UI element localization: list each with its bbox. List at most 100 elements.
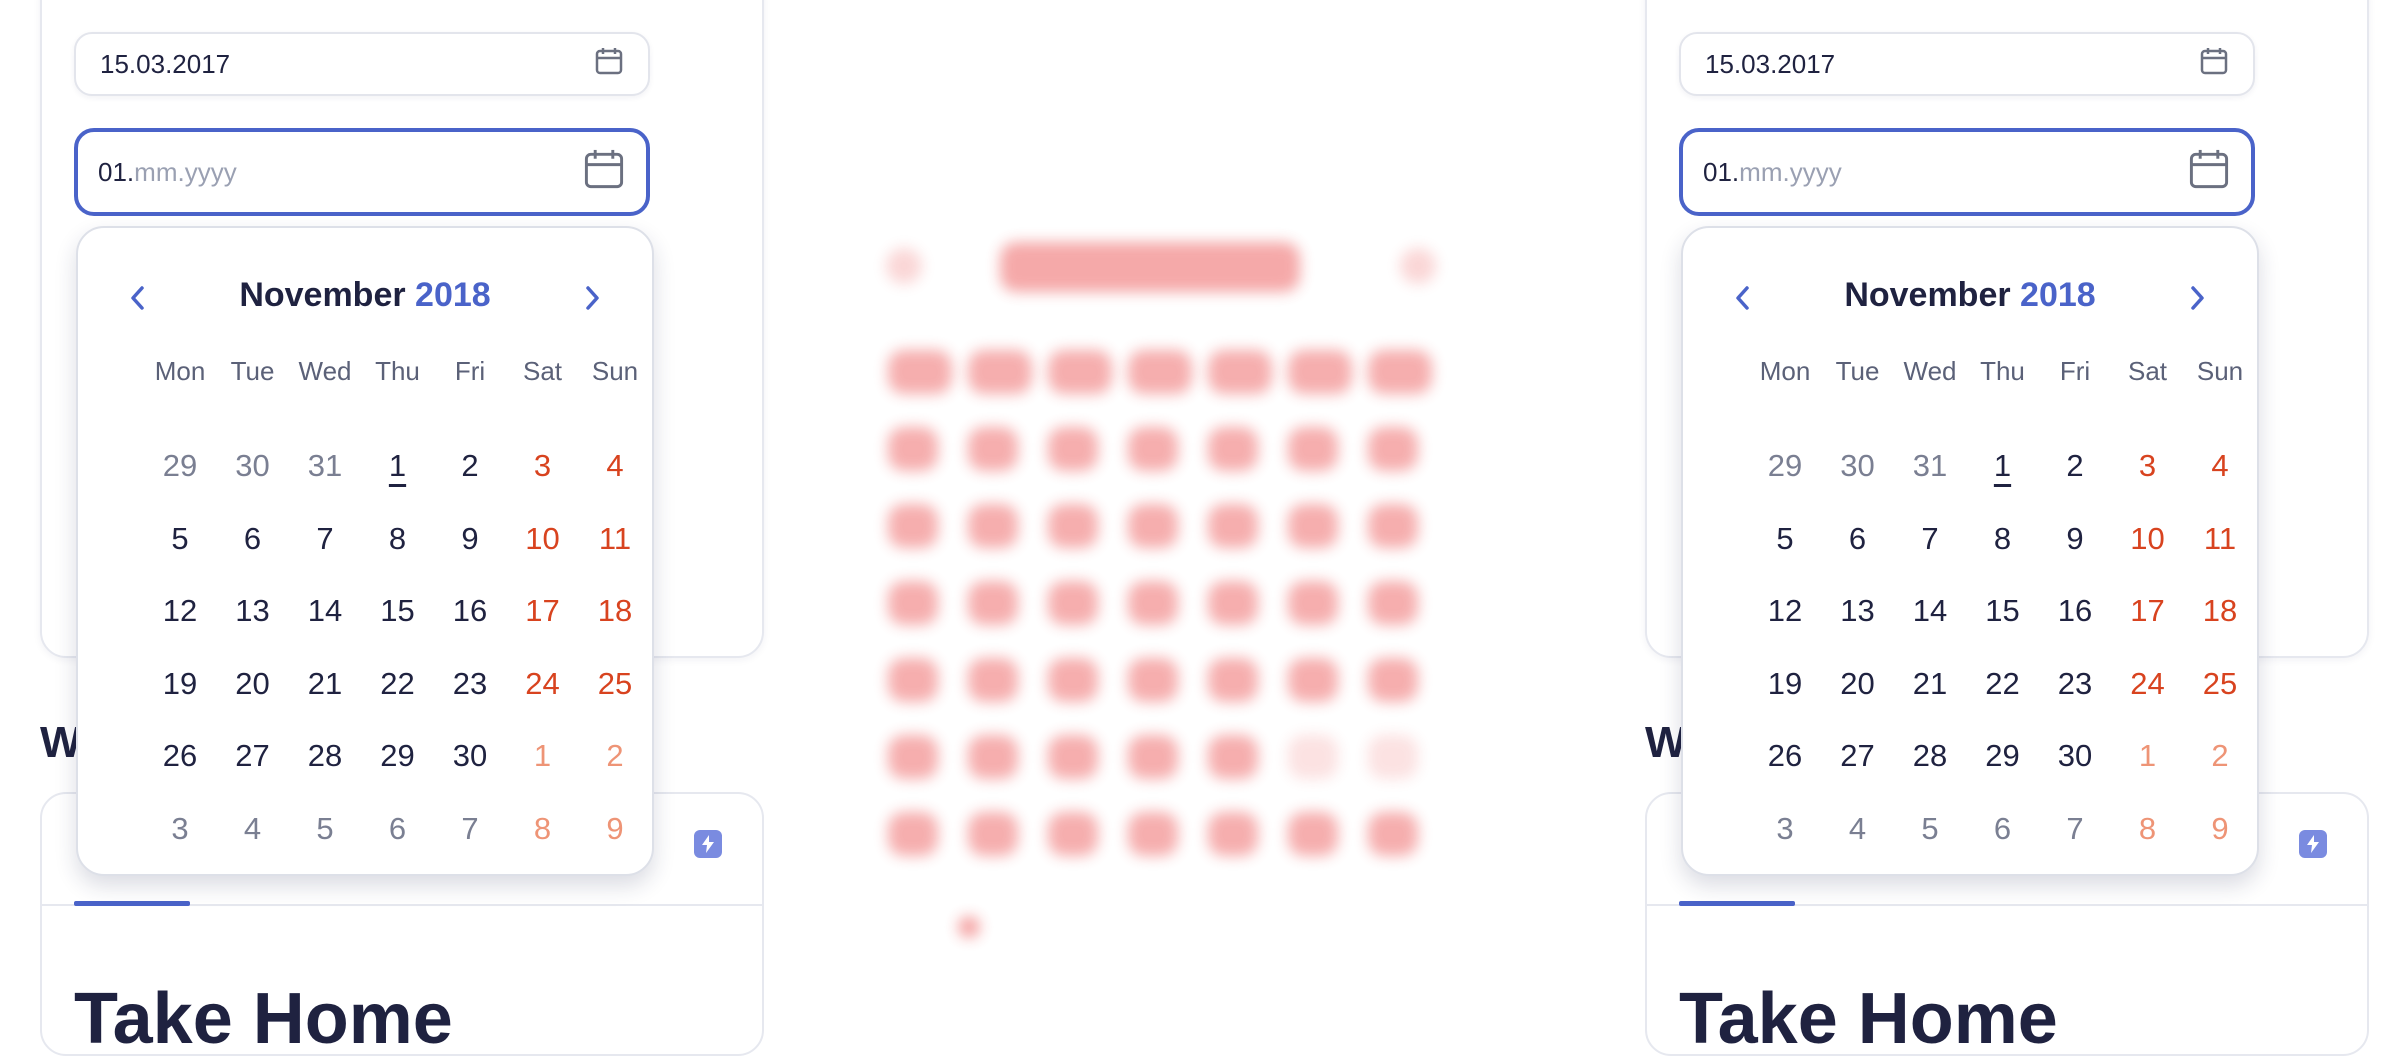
calendar-day[interactable]: 4 (2190, 438, 2250, 494)
calendar-day[interactable]: 11 (585, 511, 645, 567)
calendar-day[interactable]: 2 (440, 438, 500, 494)
calendar-day[interactable]: 5 (295, 801, 355, 857)
calendar-day[interactable]: 30 (1828, 438, 1888, 494)
calendar-day[interactable]: 4 (585, 438, 645, 494)
ghost-blob (888, 735, 938, 779)
calendar-day[interactable]: 5 (1900, 801, 1960, 857)
calendar-day[interactable]: 2 (2045, 438, 2105, 494)
calendar-day[interactable]: 29 (1755, 438, 1815, 494)
calendar-day[interactable]: 6 (223, 511, 283, 567)
calendar-day[interactable]: 12 (150, 583, 210, 639)
calendar-day[interactable]: 1 (1973, 438, 2033, 494)
calendar-day[interactable]: 29 (1973, 728, 2033, 784)
calendar-day[interactable]: 7 (2045, 801, 2105, 857)
calendar-day[interactable]: 29 (368, 728, 428, 784)
calendar-day[interactable]: 3 (1755, 801, 1815, 857)
calendar-day[interactable]: 7 (295, 511, 355, 567)
calendar-day[interactable]: 15 (1973, 583, 2033, 639)
calendar-day[interactable]: 6 (1828, 511, 1888, 567)
calendar-day[interactable]: 19 (1755, 656, 1815, 712)
calendar-day[interactable]: 1 (513, 728, 573, 784)
bolt-icon[interactable] (2299, 830, 2327, 858)
calendar-day[interactable]: 11 (2190, 511, 2250, 567)
calendar-day[interactable]: 30 (223, 438, 283, 494)
calendar-day[interactable]: 28 (295, 728, 355, 784)
calendar-day[interactable]: 3 (150, 801, 210, 857)
calendar-day[interactable]: 31 (1900, 438, 1960, 494)
calendar-year[interactable]: 2018 (2020, 276, 2096, 314)
calendar-day[interactable]: 5 (1755, 511, 1815, 567)
calendar-day[interactable]: 22 (368, 656, 428, 712)
calendar-day[interactable]: 5 (150, 511, 210, 567)
calendar-day[interactable]: 1 (368, 438, 428, 494)
calendar-day[interactable]: 9 (2190, 801, 2250, 857)
start-date-input[interactable]: 15.03.2017 (1679, 32, 2255, 96)
calendar-day[interactable]: 17 (513, 583, 573, 639)
calendar-day[interactable]: 27 (1828, 728, 1888, 784)
calendar-day[interactable]: 23 (2045, 656, 2105, 712)
calendar-day[interactable]: 25 (585, 656, 645, 712)
calendar-day[interactable]: 29 (150, 438, 210, 494)
calendar-day[interactable]: 24 (2118, 656, 2178, 712)
calendar-day[interactable]: 8 (2118, 801, 2178, 857)
calendar-day[interactable]: 7 (440, 801, 500, 857)
bolt-icon[interactable] (694, 830, 722, 858)
calendar-day[interactable]: 22 (1973, 656, 2033, 712)
ghost-blob (1368, 658, 1418, 702)
calendar-day[interactable]: 23 (440, 656, 500, 712)
calendar-day[interactable]: 4 (1828, 801, 1888, 857)
end-date-input[interactable]: 01.mm.yyyy (1679, 128, 2255, 216)
calendar-day[interactable]: 1 (2118, 728, 2178, 784)
calendar-day[interactable]: 7 (1900, 511, 1960, 567)
calendar-day[interactable]: 17 (2118, 583, 2178, 639)
calendar-day[interactable]: 19 (150, 656, 210, 712)
calendar-year[interactable]: 2018 (415, 276, 491, 314)
next-month-button[interactable] (2177, 278, 2217, 318)
calendar-day[interactable]: 10 (2118, 511, 2178, 567)
calendar-day[interactable]: 8 (513, 801, 573, 857)
end-date-input[interactable]: 01.mm.yyyy (74, 128, 650, 216)
calendar-day[interactable]: 9 (440, 511, 500, 567)
calendar-day[interactable]: 16 (440, 583, 500, 639)
calendar-day[interactable]: 25 (2190, 656, 2250, 712)
calendar-day[interactable]: 10 (513, 511, 573, 567)
calendar-day[interactable]: 8 (368, 511, 428, 567)
calendar-day[interactable]: 3 (513, 438, 573, 494)
calendar-day[interactable]: 3 (2118, 438, 2178, 494)
calendar-icon[interactable] (582, 147, 626, 198)
calendar-day[interactable]: 8 (1973, 511, 2033, 567)
calendar-day[interactable]: 4 (223, 801, 283, 857)
calendar-day[interactable]: 20 (1828, 656, 1888, 712)
start-date-input[interactable]: 15.03.2017 (74, 32, 650, 96)
calendar-day[interactable]: 30 (440, 728, 500, 784)
calendar-day[interactable]: 31 (295, 438, 355, 494)
calendar-day[interactable]: 26 (150, 728, 210, 784)
calendar-day[interactable]: 2 (2190, 728, 2250, 784)
calendar-day[interactable]: 18 (585, 583, 645, 639)
calendar-day[interactable]: 6 (1973, 801, 2033, 857)
calendar-day[interactable]: 30 (2045, 728, 2105, 784)
calendar-day[interactable]: 9 (2045, 511, 2105, 567)
calendar-day[interactable]: 15 (368, 583, 428, 639)
calendar-day[interactable]: 27 (223, 728, 283, 784)
calendar-day[interactable]: 13 (223, 583, 283, 639)
calendar-day[interactable]: 28 (1900, 728, 1960, 784)
calendar-day[interactable]: 26 (1755, 728, 1815, 784)
calendar-icon[interactable] (594, 46, 624, 83)
calendar-icon[interactable] (2187, 147, 2231, 198)
calendar-day[interactable]: 9 (585, 801, 645, 857)
calendar-icon[interactable] (2199, 46, 2229, 83)
calendar-day[interactable]: 2 (585, 728, 645, 784)
calendar-day[interactable]: 6 (368, 801, 428, 857)
calendar-day[interactable]: 12 (1755, 583, 1815, 639)
calendar-day[interactable]: 16 (2045, 583, 2105, 639)
calendar-day[interactable]: 13 (1828, 583, 1888, 639)
calendar-day[interactable]: 14 (295, 583, 355, 639)
calendar-day[interactable]: 21 (295, 656, 355, 712)
next-month-button[interactable] (572, 278, 612, 318)
calendar-day[interactable]: 18 (2190, 583, 2250, 639)
calendar-day[interactable]: 14 (1900, 583, 1960, 639)
calendar-day[interactable]: 24 (513, 656, 573, 712)
calendar-day[interactable]: 20 (223, 656, 283, 712)
calendar-day[interactable]: 21 (1900, 656, 1960, 712)
